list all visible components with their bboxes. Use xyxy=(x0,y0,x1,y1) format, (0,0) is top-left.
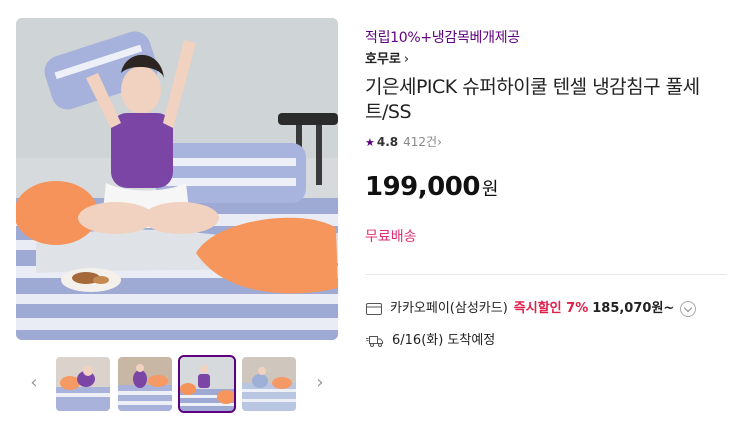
brand-name: 호무로 xyxy=(365,52,401,67)
price-amount: 199,000 xyxy=(365,172,480,202)
price: 199,000 원 xyxy=(365,169,727,205)
chevron-right-icon: › xyxy=(437,135,442,149)
chevron-down-icon[interactable] xyxy=(680,300,697,317)
thumbnail-4[interactable] xyxy=(242,357,296,411)
truck-icon xyxy=(366,335,383,347)
price-unit: 원 xyxy=(481,179,499,200)
thumbnail-next-arrow[interactable]: › xyxy=(310,372,330,394)
thumbnail-strip: ‹ › xyxy=(24,354,330,413)
product-info: 적립10%+냉감목베개제공 호무로 › 기은세PICK 슈퍼하이쿨 텐셀 냉감침구… xyxy=(365,28,727,247)
divider xyxy=(365,274,727,275)
delivery-date: 6/16(화) 도착예정 xyxy=(392,333,496,348)
credit-card-icon xyxy=(366,302,382,315)
promo-text: 적립10%+냉감목베개제공 xyxy=(365,30,520,46)
payment-benefit-row: 카카오페이(삼성카드) 즉시할인 7% 185,070원~ xyxy=(366,298,697,320)
rating: ★ 4.8 412건› xyxy=(365,133,727,151)
review-count-link[interactable]: 412건› xyxy=(403,135,442,149)
shipping-info: 무료배송 xyxy=(365,229,417,245)
thumbnail-2[interactable] xyxy=(118,357,172,411)
payment-method: 카카오페이(삼성카드) xyxy=(390,301,508,316)
delivery-row: 6/16(화) 도착예정 xyxy=(366,330,495,352)
product-title: 기은세PICK 슈퍼하이쿨 텐셀 냉감침구 풀세트/SS xyxy=(365,76,700,123)
thumbnail-prev-arrow[interactable]: ‹ xyxy=(24,372,44,394)
thumbnail-1[interactable] xyxy=(56,357,110,411)
rating-score: 4.8 xyxy=(376,135,399,149)
chevron-right-icon: › xyxy=(403,52,410,67)
instant-discount: 즉시할인 7% xyxy=(513,301,589,316)
thumbnail-3[interactable] xyxy=(178,355,236,413)
product-main-image xyxy=(16,18,338,340)
brand-link[interactable]: 호무로 › xyxy=(365,51,727,69)
discounted-price: 185,070원~ xyxy=(592,301,675,316)
star-icon: ★ xyxy=(365,136,375,149)
review-count: 412건 xyxy=(403,135,438,149)
